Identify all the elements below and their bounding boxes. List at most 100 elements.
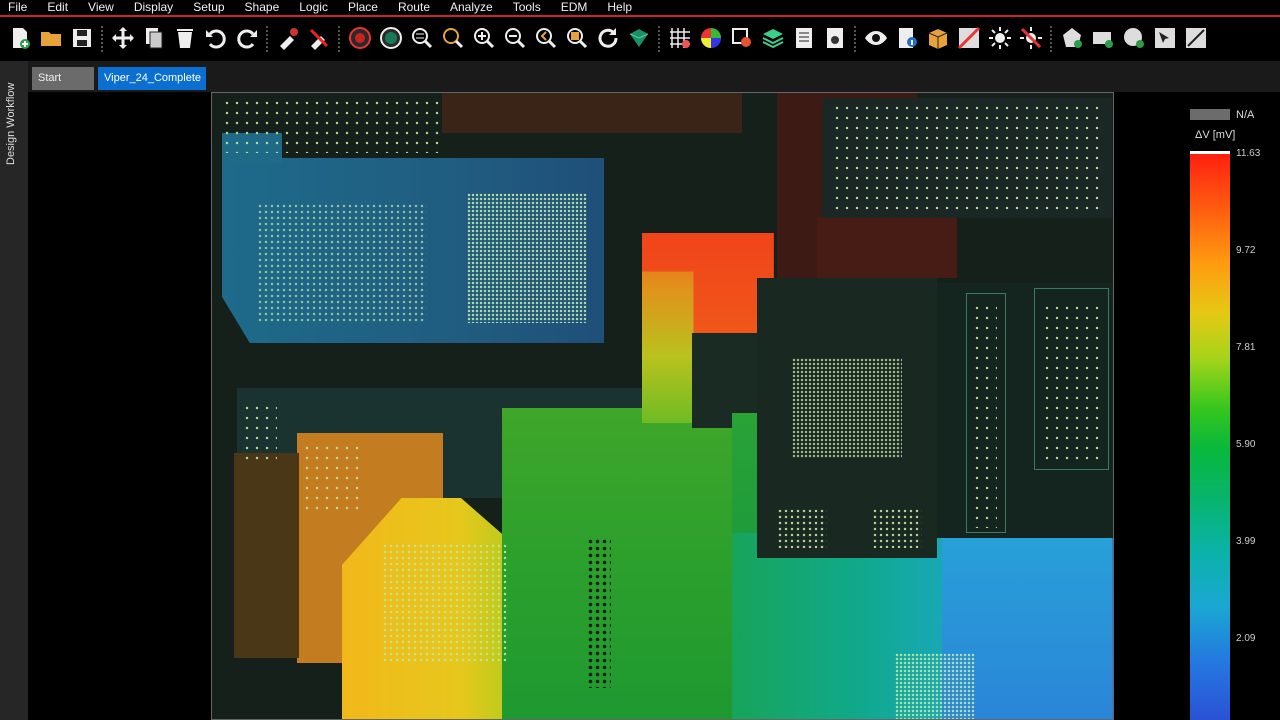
pad-field-connector-2 <box>1042 303 1102 463</box>
zoom-previous-icon <box>534 26 558 55</box>
settings-doc-button[interactable] <box>821 25 848 55</box>
place-shape-icon <box>1060 26 1084 55</box>
delete-button[interactable] <box>171 25 198 55</box>
menu-edit[interactable]: Edit <box>47 0 68 15</box>
legend-tick: 11.63 <box>1236 148 1261 159</box>
stack-button[interactable] <box>759 25 786 55</box>
menu-analyze[interactable]: Analyze <box>450 0 493 15</box>
add-rect-button[interactable] <box>1089 25 1116 55</box>
grid-button[interactable] <box>666 25 693 55</box>
menu-view[interactable]: View <box>88 0 114 15</box>
document-tab-bar: Start Page Viper_24_Complete <box>28 61 1280 107</box>
color-wheel-button[interactable] <box>697 25 724 55</box>
drc-green-button[interactable] <box>377 25 404 55</box>
copy-icon <box>142 26 166 55</box>
zoom-out-button[interactable] <box>501 25 528 55</box>
grid-icon <box>668 26 692 55</box>
legend-tick: 7.81 <box>1236 342 1256 353</box>
legend-unit-label: ΔV [mV] <box>1195 129 1236 141</box>
add-circle-button[interactable] <box>1120 25 1147 55</box>
menu-logic[interactable]: Logic <box>299 0 328 15</box>
select-box-icon <box>1153 26 1177 55</box>
tab-start-page[interactable]: Start Page <box>32 67 94 107</box>
zoom-area-button[interactable] <box>439 25 466 55</box>
menu-display[interactable]: Display <box>134 0 173 15</box>
delete-icon <box>173 26 197 55</box>
pad-field-orange <box>302 443 362 513</box>
new-file-button[interactable] <box>6 25 33 55</box>
pad-field-connector-1 <box>972 303 997 528</box>
menu-edm[interactable]: EDM <box>561 0 588 15</box>
refresh-button[interactable] <box>594 25 621 55</box>
design-workflow-rail[interactable]: Design Workflow <box>0 61 28 720</box>
pad-field-bottom-right <box>895 653 975 719</box>
menu-route[interactable]: Route <box>398 0 430 15</box>
pad-field-bga-upper <box>467 193 587 323</box>
report-icon <box>792 26 816 55</box>
zoom-area-icon <box>441 26 465 55</box>
tab-viper-24-complete[interactable]: Viper_24_Complete <box>98 67 206 90</box>
add-rect-icon <box>1091 26 1115 55</box>
eye-icon <box>864 26 888 55</box>
move-button[interactable] <box>109 25 136 55</box>
pad-field-left <box>242 403 277 463</box>
pin-button[interactable] <box>274 25 301 55</box>
zoom-fit-button[interactable] <box>408 25 435 55</box>
no-light-button[interactable] <box>1017 25 1044 55</box>
toolbar-separator <box>1050 26 1052 54</box>
line-icon <box>1184 26 1208 55</box>
stack-icon <box>761 26 785 55</box>
toolbar-separator <box>101 26 103 54</box>
unpin-icon <box>307 26 331 55</box>
menu-file[interactable]: File <box>8 0 27 15</box>
light-button[interactable] <box>986 25 1013 55</box>
pcb-board-heatmap[interactable] <box>211 92 1114 720</box>
legend-tick: 5.90 <box>1236 439 1256 450</box>
open-folder-button[interactable] <box>37 25 64 55</box>
zoom-board-icon <box>565 26 589 55</box>
zoom-in-icon <box>472 26 496 55</box>
undo-button[interactable] <box>202 25 229 55</box>
toolbar-separator <box>854 26 856 54</box>
legend-tick: 9.72 <box>1236 245 1256 256</box>
legend-tick: 3.99 <box>1236 536 1256 547</box>
na-label: N/A <box>1236 109 1255 121</box>
menu-setup[interactable]: Setup <box>193 0 224 15</box>
line-button[interactable] <box>1182 25 1209 55</box>
3d-view-button[interactable] <box>625 25 652 55</box>
zone-brown-left <box>234 453 299 658</box>
menu-place[interactable]: Place <box>348 0 378 15</box>
save-button[interactable] <box>68 25 95 55</box>
zoom-previous-button[interactable] <box>532 25 559 55</box>
menu-tools[interactable]: Tools <box>513 0 541 15</box>
zoom-in-button[interactable] <box>470 25 497 55</box>
toolbar-separator <box>658 26 660 54</box>
zoom-board-button[interactable] <box>563 25 590 55</box>
light-icon <box>988 26 1012 55</box>
refresh-icon <box>596 26 620 55</box>
unpin-button[interactable] <box>305 25 332 55</box>
drc-red-button[interactable] <box>346 25 373 55</box>
select-box-button[interactable] <box>1151 25 1178 55</box>
redo-button[interactable] <box>233 25 260 55</box>
place-shape-button[interactable] <box>1058 25 1085 55</box>
redo-icon <box>235 26 259 55</box>
design-canvas[interactable]: N/A ΔV [mV] 11.63 9.72 7.81 5.90 3.99 2.… <box>32 92 1280 720</box>
layer-button[interactable] <box>728 25 755 55</box>
save-icon <box>70 26 94 55</box>
pad-field-small-1 <box>777 508 827 548</box>
component-box-button[interactable] <box>924 25 951 55</box>
pad-field-dark-header <box>587 538 611 688</box>
drc-green-icon <box>379 26 403 55</box>
color-wheel-icon <box>699 26 723 55</box>
add-circle-icon <box>1122 26 1146 55</box>
pin-icon <box>276 26 300 55</box>
zoom-fit-icon <box>410 26 434 55</box>
pencil-pattern-button[interactable] <box>955 25 982 55</box>
info-doc-button[interactable] <box>893 25 920 55</box>
menu-shape[interactable]: Shape <box>245 0 280 15</box>
report-button[interactable] <box>790 25 817 55</box>
eye-button[interactable] <box>862 25 889 55</box>
menu-help[interactable]: Help <box>607 0 632 15</box>
copy-button[interactable] <box>140 25 167 55</box>
